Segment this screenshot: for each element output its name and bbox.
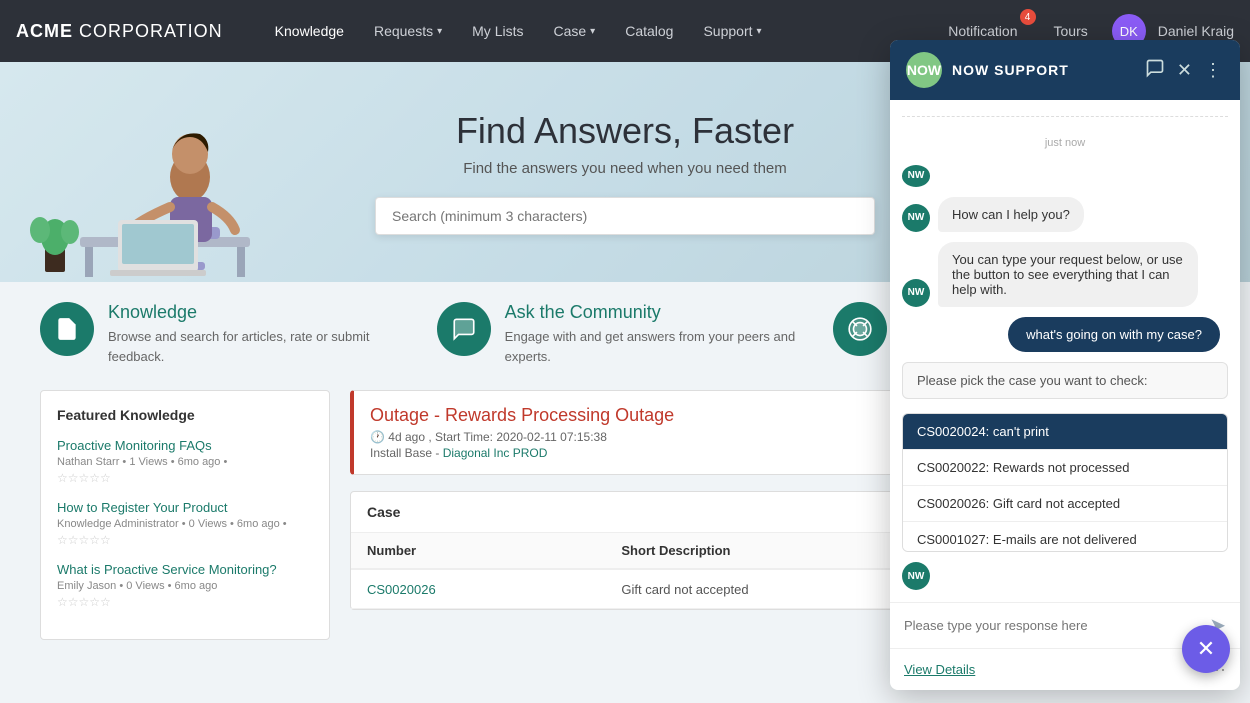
user-name[interactable]: Daniel Kraig [1158,23,1234,39]
featured-stars-3: ☆☆☆☆☆ [57,595,313,609]
nav-support[interactable]: Support ▾ [691,15,773,47]
chat-pick-label: Please pick the case you want to check: [902,362,1228,399]
view-details-link[interactable]: View Details [904,662,975,677]
knowledge-content: Knowledge Browse and search for articles… [108,302,417,366]
nav-catalog[interactable]: Catalog [613,15,685,47]
chat-option-2[interactable]: CS0020026: Gift card not accepted [903,486,1227,522]
chat-title: NOW SUPPORT [952,62,1133,78]
clock-icon: 🕐 [370,430,385,444]
featured-knowledge-box: Featured Knowledge Proactive Monitoring … [40,390,330,640]
search-input[interactable] [375,197,875,235]
chat-bubble-1: How can I help you? [938,197,1084,232]
bot-avatar-3: NW [902,562,930,590]
chat-body: just now NW NW How can I help you? NW Yo… [890,100,1240,602]
chat-option-3[interactable]: CS0001027: E-mails are not delivered [903,522,1227,553]
gethelp-icon [833,302,887,356]
chat-close-button[interactable]: ✕ [1175,56,1194,85]
brand-logo[interactable]: ACME CORPORATION [16,21,223,42]
chat-more-button[interactable]: ⋮ [1202,56,1224,85]
cases-title: Case [367,504,400,520]
card-knowledge: Knowledge Browse and search for articles… [40,302,417,366]
brand-bold: ACME [16,21,73,41]
featured-link-3[interactable]: What is Proactive Service Monitoring? [57,562,277,577]
notification-badge: 4 [1020,9,1036,25]
knowledge-icon [40,302,94,356]
chat-header-actions: ✕ ⋮ [1143,56,1224,85]
col-number: Number [351,533,605,569]
close-icon: ✕ [1197,636,1215,662]
featured-title: Featured Knowledge [57,407,313,423]
bot-avatar-top: NW [902,165,930,187]
community-content: Ask the Community Engage with and get an… [505,302,814,366]
featured-meta-2: Knowledge Administrator • 0 Views • 6mo … [57,518,313,530]
community-icon [437,302,491,356]
brand-light: CORPORATION [73,21,223,41]
nav-requests[interactable]: Requests ▾ [362,15,454,47]
case-action-button[interactable]: what's going on with my case? [1008,317,1220,352]
nav-mylists[interactable]: My Lists [460,15,535,47]
chat-message-2: NW You can type your request below, or u… [902,242,1228,307]
now-logo-text: NOW [907,62,941,78]
chat-option-1[interactable]: CS0020022: Rewards not processed [903,450,1227,486]
bot-avatar-1: NW [902,204,930,232]
chat-close-fab[interactable]: ✕ [1182,625,1230,673]
nav-links: Knowledge Requests ▾ My Lists Case ▾ Cat… [263,15,937,47]
featured-item-3: What is Proactive Service Monitoring? Em… [57,561,313,609]
outage-time: 4d ago , Start Time: 2020-02-11 07:15:38 [388,430,607,444]
chat-message-3: NW [902,562,1228,590]
community-desc: Engage with and get answers from your pe… [505,327,814,366]
featured-item-1: Proactive Monitoring FAQs Nathan Starr •… [57,437,313,485]
featured-stars-1: ☆☆☆☆☆ [57,471,313,485]
install-label: Install Base - [370,446,439,460]
now-logo: NOW [906,52,942,88]
chat-panel: NOW NOW SUPPORT ✕ ⋮ just now NW NW How c… [890,40,1240,690]
featured-link-2[interactable]: How to Register Your Product [57,500,228,515]
featured-stars-2: ☆☆☆☆☆ [57,533,313,547]
knowledge-title[interactable]: Knowledge [108,302,417,323]
nav-knowledge[interactable]: Knowledge [263,15,356,47]
card-community: Ask the Community Engage with and get an… [437,302,814,366]
featured-link-1[interactable]: Proactive Monitoring FAQs [57,438,212,453]
hero-title: Find Answers, Faster [456,110,794,152]
chat-timestamp: just now [902,137,1228,149]
chat-input[interactable] [904,618,1201,633]
bot-avatar-2: NW [902,279,930,307]
community-title[interactable]: Ask the Community [505,302,814,323]
hero-subtitle: Find the answers you need when you need … [463,160,787,177]
chat-header: NOW NOW SUPPORT ✕ ⋮ [890,40,1240,100]
chat-bubble-2: You can type your request below, or use … [938,242,1198,307]
hero-illustration [30,72,260,282]
chat-option-0[interactable]: CS0020024: can't print [903,414,1227,450]
featured-meta-1: Nathan Starr • 1 Views • 6mo ago • [57,456,313,468]
knowledge-desc: Browse and search for articles, rate or … [108,327,417,366]
chat-options-list: CS0020024: can't print CS0020022: Reward… [902,413,1228,553]
chat-divider [902,116,1228,117]
case-number-link[interactable]: CS0020026 [367,582,436,597]
install-link[interactable]: Diagonal Inc PROD [443,446,548,460]
nav-case[interactable]: Case ▾ [541,15,607,47]
featured-item-2: How to Register Your Product Knowledge A… [57,499,313,547]
chat-message-1: NW How can I help you? [902,197,1228,232]
chat-comment-button[interactable] [1143,56,1167,85]
featured-meta-3: Emily Jason • 0 Views • 6mo ago [57,580,313,592]
